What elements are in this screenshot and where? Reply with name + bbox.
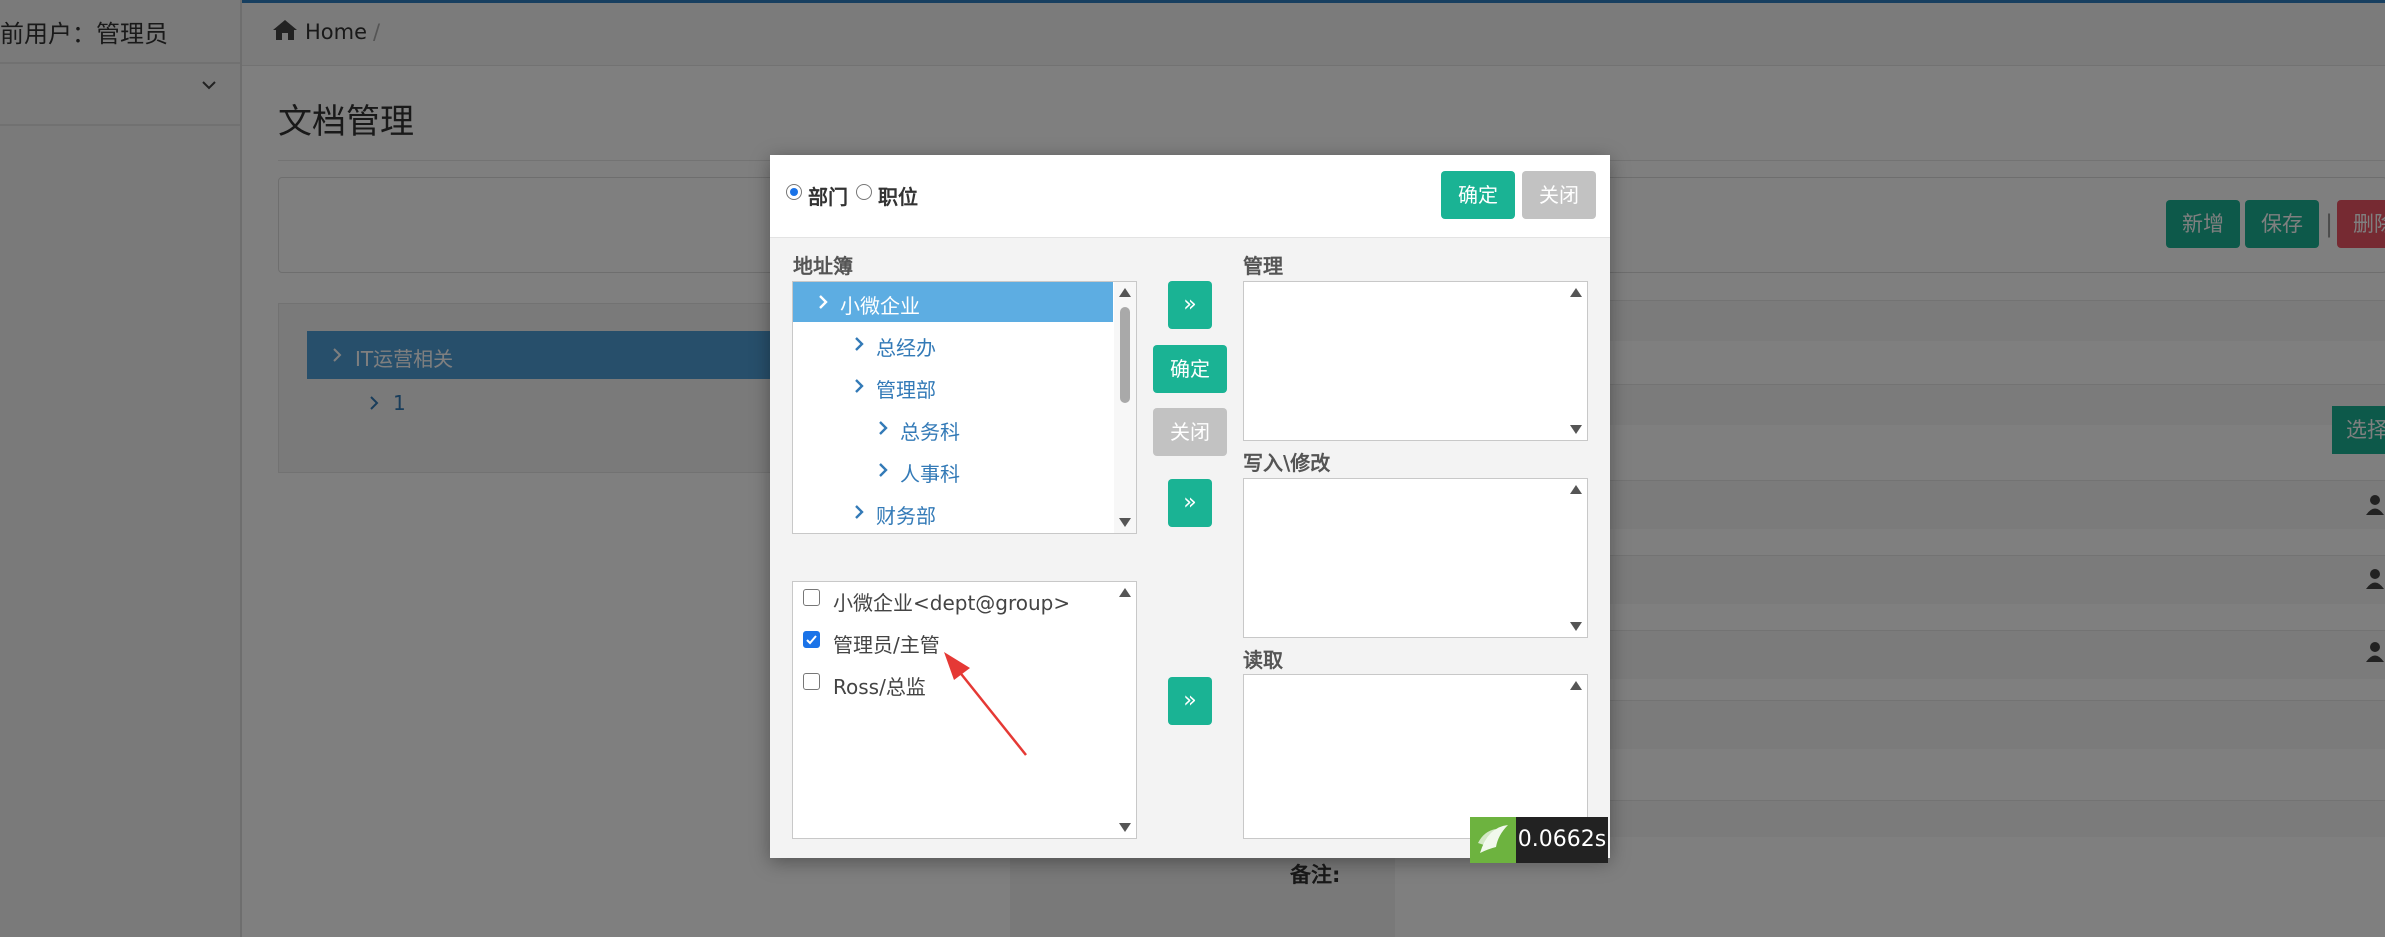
chevron-right-icon <box>855 505 864 519</box>
dialog-close-button[interactable]: 关闭 <box>1522 171 1596 219</box>
write-list[interactable] <box>1243 478 1588 638</box>
read-list[interactable] <box>1243 674 1588 839</box>
address-book-tree[interactable]: 小微企业 总经办 管理部 总务科 人事科 财务部 <box>792 281 1137 534</box>
manage-list[interactable] <box>1243 281 1588 441</box>
scroll-down-arrow[interactable] <box>1119 518 1131 527</box>
radio-position-label: 职位 <box>878 185 918 209</box>
radio-position[interactable] <box>856 184 872 200</box>
scroll-up-arrow[interactable] <box>1119 288 1131 297</box>
member-checkbox[interactable] <box>803 673 820 690</box>
scroll-down-arrow[interactable] <box>1570 425 1582 434</box>
member-checkbox[interactable] <box>803 589 820 606</box>
permission-dialog: 部门 职位 确定 关闭 地址簿 小微企业 总经办 管理部 总务科 人事科 财务部… <box>770 155 1610 858</box>
radio-dept-label: 部门 <box>808 185 848 209</box>
checkmark-icon <box>806 635 817 645</box>
add-to-write-button[interactable]: » <box>1168 479 1212 527</box>
dialog-confirm-button[interactable]: 确定 <box>1441 171 1515 219</box>
write-label: 写入\修改 <box>1243 451 1331 475</box>
tree-item-label[interactable]: 总经办 <box>876 332 936 361</box>
chevron-right-icon <box>879 421 888 435</box>
tree-item-label[interactable]: 财务部 <box>876 500 936 529</box>
chevron-right-icon <box>879 463 888 477</box>
tree-item-label[interactable]: 总务科 <box>900 416 960 445</box>
member-checkbox[interactable] <box>803 631 820 648</box>
scroll-down-arrow[interactable] <box>1119 823 1131 832</box>
tree-item-label[interactable]: 人事科 <box>900 458 960 487</box>
middle-close-button[interactable]: 关闭 <box>1153 408 1227 456</box>
annotation-arrow-icon <box>944 652 1027 756</box>
scroll-up-arrow[interactable] <box>1570 485 1582 494</box>
leaf-icon <box>1478 825 1508 853</box>
tree-item-label[interactable]: 小微企业 <box>840 290 920 319</box>
scroll-up-arrow[interactable] <box>1570 288 1582 297</box>
scroll-up-arrow[interactable] <box>1119 588 1131 597</box>
tree-item-label[interactable]: 管理部 <box>876 374 936 403</box>
read-label: 读取 <box>1243 648 1283 672</box>
scroll-up-arrow[interactable] <box>1570 681 1582 690</box>
add-to-read-button[interactable]: » <box>1168 677 1212 725</box>
member-label: 管理员/主管 <box>833 633 940 657</box>
middle-confirm-button[interactable]: 确定 <box>1153 345 1227 393</box>
add-to-manage-button[interactable]: » <box>1168 281 1212 329</box>
radio-dept[interactable] <box>786 184 802 200</box>
chevron-right-icon <box>855 379 864 393</box>
profiler-timer[interactable]: 0.0662s <box>1516 817 1608 863</box>
address-book-label: 地址簿 <box>793 254 853 278</box>
member-label: 小微企业<dept@group> <box>833 591 1071 615</box>
manage-label: 管理 <box>1243 254 1283 278</box>
profiler-logo-icon[interactable] <box>1470 817 1516 863</box>
scroll-down-arrow[interactable] <box>1570 622 1582 631</box>
scroll-thumb[interactable] <box>1120 307 1130 403</box>
chevron-right-icon <box>819 295 828 309</box>
chevron-right-icon <box>855 337 864 351</box>
member-label: Ross/总监 <box>833 675 926 699</box>
